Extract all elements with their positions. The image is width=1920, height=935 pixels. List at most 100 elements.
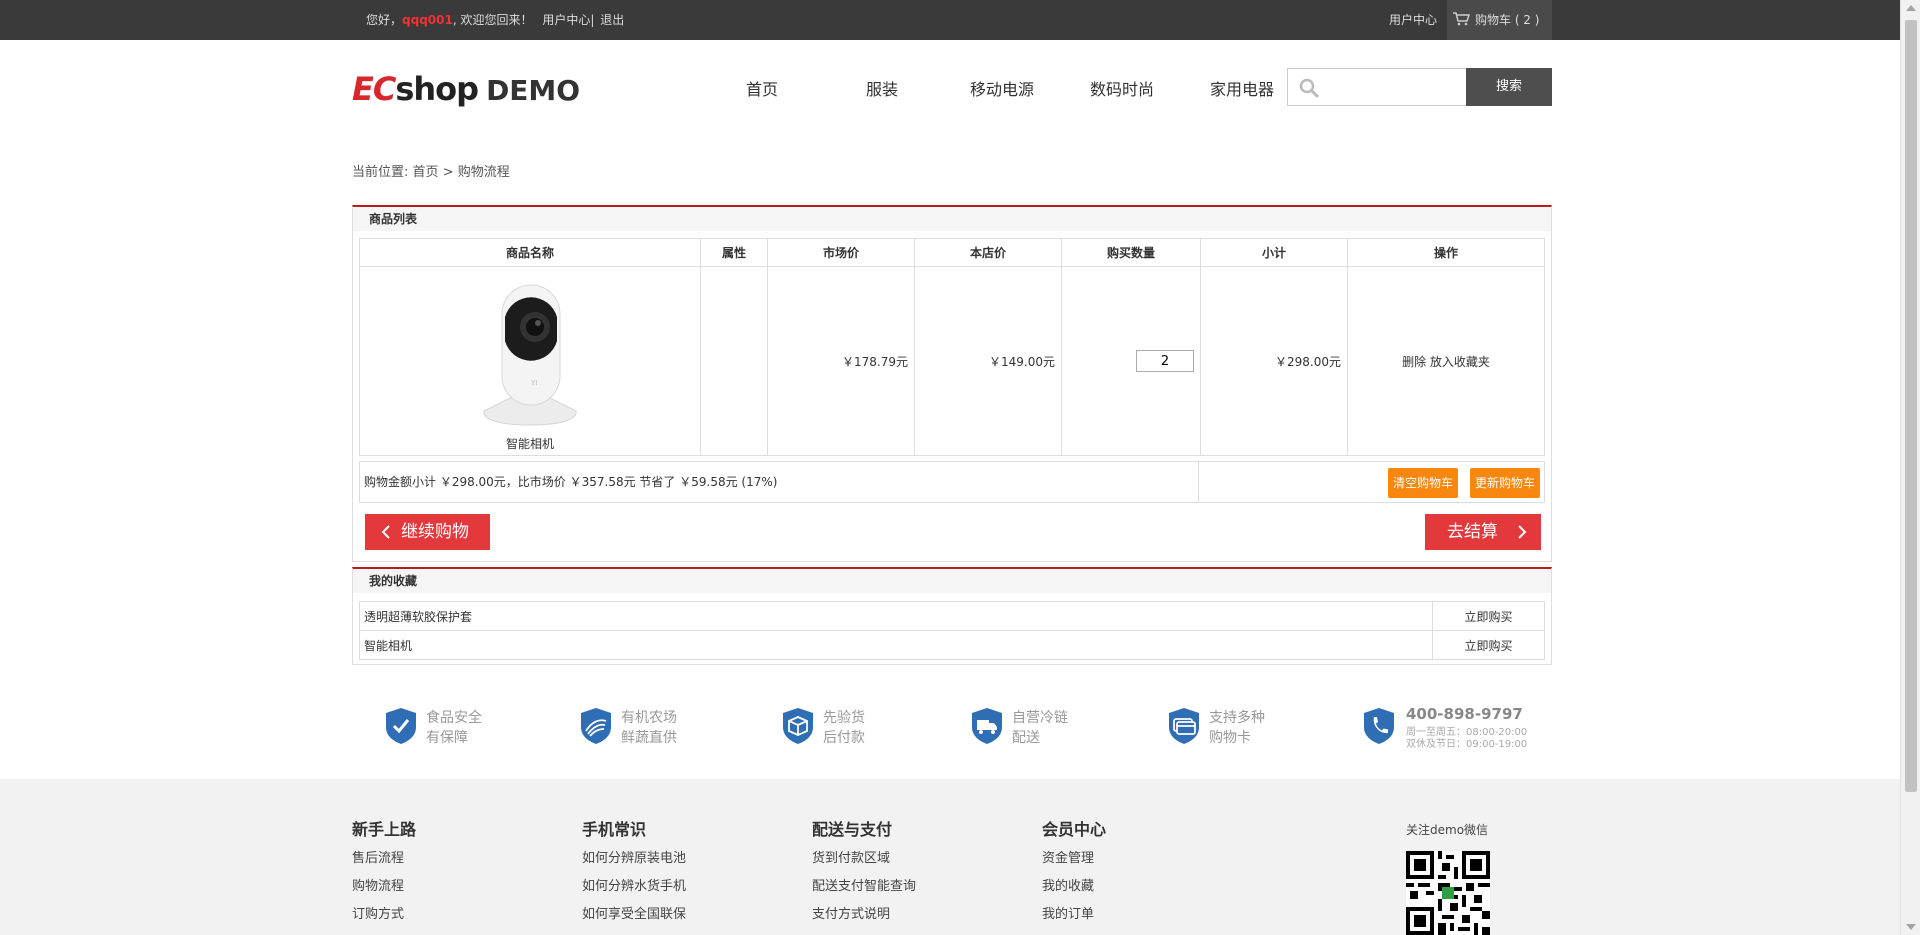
delete-link[interactable]: 删除 [1402, 355, 1426, 369]
footer-col-member: 会员中心 资金管理 我的收藏 我的订单 [1042, 779, 1262, 929]
username: qqq001 [402, 13, 453, 27]
footer-link[interactable]: 支付方式说明 [812, 901, 1032, 929]
cart-table: 商品名称 属性 市场价 本店价 购买数量 小计 操作 YI 智能相机 ￥178.… [359, 238, 1545, 456]
footer-col-phone-tips: 手机常识 如何分辨原装电池 如何分辨水货手机 如何享受全国联保 [582, 779, 802, 929]
breadcrumb-sep: > [442, 165, 454, 180]
footer-link[interactable]: 我的收藏 [1042, 873, 1262, 901]
feature-line: 配送 [1012, 730, 1040, 746]
qr-label: 关注demo微信 [1406, 823, 1489, 837]
scroll-up-icon[interactable] [1906, 5, 1916, 11]
user-center-link[interactable]: 用户中心 [542, 13, 590, 27]
shield-card-icon [1169, 708, 1199, 744]
footer-link[interactable]: 购物流程 [352, 873, 572, 901]
footer-link[interactable]: 配送支付智能查询 [812, 873, 1032, 901]
product-image[interactable]: YI [458, 276, 602, 431]
breadcrumb-label: 当前位置: [352, 165, 409, 180]
col-shop-price: 本店价 [914, 238, 1062, 267]
col-attributes: 属性 [700, 238, 768, 267]
feature-line: 支持多种 [1209, 710, 1265, 726]
logo-ec: EC [352, 70, 396, 108]
col-market-price: 市场价 [767, 238, 915, 267]
greeting-suffix: , 欢迎您回来！ [452, 13, 533, 27]
table-row: 智能相机 立即购买 [359, 630, 1545, 660]
footer-heading: 会员中心 [1042, 820, 1107, 839]
breadcrumb-current: 购物流程 [457, 165, 510, 180]
service-features: 食品安全有保障 有机农场鲜蔬直供 先验货后付款 自营冷链配送 支持多种购 [352, 703, 1552, 753]
header: ECshop DEMO 首页 服装 移动电源 数码时尚 家用电器 搜索 [352, 40, 1552, 140]
chevron-right-icon [1518, 525, 1527, 539]
user-center-top-link[interactable]: 用户中心 [1389, 0, 1437, 40]
footer-heading: 手机常识 [582, 820, 647, 839]
mini-cart[interactable]: 购物车 ( 2 ) [1447, 0, 1552, 40]
col-product-name: 商品名称 [359, 238, 701, 267]
favorite-name[interactable]: 智能相机 [359, 630, 1433, 660]
logo[interactable]: ECshop DEMO [352, 70, 580, 110]
checkout-button[interactable]: 去结算 [1425, 514, 1541, 550]
logo-demo: DEMO [486, 74, 581, 107]
cart-panel-title: 商品列表 [353, 207, 1551, 231]
cart-summary: 购物金额小计 ￥298.00元，比市场价 ￥357.58元 节省了 ￥59.58… [359, 461, 1545, 503]
search-icon [1299, 78, 1319, 98]
quantity-cell [1061, 266, 1201, 456]
shield-check-icon [386, 708, 416, 744]
buy-now-link[interactable]: 立即购买 [1432, 630, 1545, 660]
feature-line: 鲜蔬直供 [621, 730, 677, 746]
col-quantity: 购买数量 [1061, 238, 1201, 267]
hours-weekend: 双休及节日：09:00-19:00 [1406, 739, 1528, 750]
continue-shopping-button[interactable]: 继续购物 [365, 514, 490, 550]
footer-link[interactable]: 我的订单 [1042, 901, 1262, 929]
quantity-input[interactable] [1136, 350, 1194, 372]
footer-link[interactable]: 资金管理 [1042, 845, 1262, 873]
search-button[interactable]: 搜索 [1466, 68, 1552, 106]
feature-line: 食品安全 [426, 710, 482, 726]
chevron-left-icon [381, 525, 390, 539]
nav-home[interactable]: 首页 [702, 78, 822, 102]
breadcrumb-home[interactable]: 首页 [413, 165, 439, 180]
update-cart-button[interactable]: 更新购物车 [1469, 468, 1540, 498]
feature-line: 有保障 [426, 730, 468, 746]
nav-clothing[interactable]: 服装 [822, 78, 942, 102]
buy-now-link[interactable]: 立即购买 [1432, 601, 1545, 631]
logout-link[interactable]: 退出 [600, 13, 624, 27]
nav-appliances[interactable]: 家用电器 [1182, 78, 1302, 102]
qr-code-icon [1406, 851, 1490, 935]
favorites-table: 透明超薄软胶保护套 立即购买 智能相机 立即购买 [359, 601, 1545, 660]
product-cell: YI 智能相机 [359, 266, 701, 456]
clear-cart-button[interactable]: 清空购物车 [1387, 468, 1458, 498]
footer-link[interactable]: 如何分辨原装电池 [582, 845, 802, 873]
page-scrollbar[interactable] [1900, 0, 1920, 935]
scroll-down-icon[interactable] [1906, 924, 1916, 930]
scrollbar-thumb[interactable] [1905, 20, 1917, 792]
greeting: 您好，qqq001, 欢迎您回来！ 用户中心| 退出 [366, 0, 624, 40]
footer: 新手上路 售后流程 购物流程 订购方式 手机常识 如何分辨原装电池 如何分辨水货… [0, 779, 1900, 935]
footer-link[interactable]: 货到付款区域 [812, 845, 1032, 873]
col-actions: 操作 [1347, 238, 1545, 267]
cart-label: 购物车 ( 2 ) [1475, 13, 1540, 27]
feature-line: 自营冷链 [1012, 710, 1068, 726]
feature-line: 先验货 [823, 710, 865, 726]
product-name[interactable]: 智能相机 [506, 437, 554, 451]
shield-farm-icon [581, 708, 611, 744]
hours-weekday: 周一至周五：08:00-20:00 [1406, 727, 1528, 738]
footer-col-delivery: 配送与支付 货到付款区域 配送支付智能查询 支付方式说明 [812, 779, 1032, 929]
favorite-name[interactable]: 透明超薄软胶保护套 [359, 601, 1433, 631]
feature-line: 购物卡 [1209, 730, 1251, 746]
top-bar: 您好，qqq001, 欢迎您回来！ 用户中心| 退出 用户中心 购物车 ( 2 … [0, 0, 1900, 40]
logo-shop: shop [395, 70, 479, 108]
feature-line: 后付款 [823, 730, 865, 746]
actions-cell: 删除 放入收藏夹 [1347, 266, 1545, 456]
footer-link[interactable]: 如何分辨水货手机 [582, 873, 802, 901]
nav-digital[interactable]: 数码时尚 [1062, 78, 1182, 102]
service-hours: 周一至周五：08:00-20:00 双休及节日：09:00-19:00 [1406, 727, 1527, 751]
footer-link[interactable]: 订购方式 [352, 901, 572, 929]
footer-heading: 配送与支付 [812, 820, 893, 839]
shield-box-icon [783, 708, 813, 744]
svg-text:YI: YI [530, 379, 537, 387]
checkout-label: 去结算 [1447, 522, 1498, 542]
nav-power-bank[interactable]: 移动电源 [942, 78, 1062, 102]
shield-truck-icon [972, 708, 1002, 744]
footer-heading: 新手上路 [352, 820, 417, 839]
add-to-favorites-link[interactable]: 放入收藏夹 [1430, 355, 1490, 369]
footer-link[interactable]: 如何享受全国联保 [582, 901, 802, 929]
footer-link[interactable]: 售后流程 [352, 845, 572, 873]
